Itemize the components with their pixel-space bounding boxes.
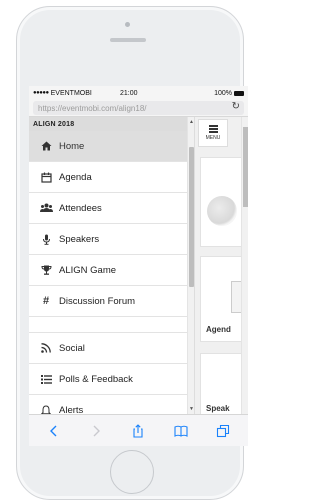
menu-item-label: Agenda <box>59 171 92 183</box>
menu-divider <box>29 317 194 333</box>
menu-item-label: Attendees <box>59 202 102 214</box>
menu-item-label: Polls & Feedback <box>59 373 133 385</box>
hamburger-icon <box>208 125 218 133</box>
url-text: https://eventmobi.com/align18/ <box>38 103 147 113</box>
battery-status: 100% <box>214 90 244 97</box>
reload-icon[interactable]: ↻ <box>232 101 240 112</box>
dashboard-scroll-thumb[interactable] <box>243 127 248 207</box>
menu-item-label: Alerts <box>59 404 84 415</box>
address-bar-row: https://eventmobi.com/align18/ ↻ <box>29 100 248 117</box>
menu-header: ALIGN 2018 <box>29 117 194 131</box>
menu-item-polls-feedback[interactable]: Polls & Feedback <box>29 364 194 395</box>
menu-toggle-button[interactable]: MENU <box>198 119 228 147</box>
menu-scrollbar[interactable]: ▲ ▼ <box>187 117 194 414</box>
page-content: ALIGN 2018 Home Agenda Attendees Speaker… <box>29 117 248 414</box>
camera <box>125 22 130 27</box>
menu-item-alerts[interactable]: Alerts <box>29 395 194 414</box>
bell-icon <box>39 404 53 414</box>
menu-button-label: MENU <box>205 135 221 141</box>
calendar-icon <box>39 172 53 183</box>
back-arrow-icon <box>50 425 57 436</box>
battery-icon <box>234 90 244 96</box>
menu-item-label: Speakers <box>59 233 100 245</box>
signal-strength: ●●●●● <box>33 90 49 96</box>
tabs-icon <box>216 424 229 437</box>
tabs-button[interactable] <box>211 421 235 441</box>
home-button[interactable] <box>110 450 154 494</box>
speakers-tile-label: Speak <box>206 404 230 413</box>
agenda-tile[interactable]: Agend <box>200 256 246 342</box>
menu-item-home[interactable]: Home <box>29 131 194 162</box>
banner-image <box>207 196 237 226</box>
banner-tile[interactable] <box>200 157 246 247</box>
forward-button[interactable] <box>84 421 108 441</box>
rss-icon <box>39 343 53 353</box>
agenda-tile-label: Agend <box>206 325 231 334</box>
browser-toolbar <box>29 414 248 446</box>
back-button[interactable] <box>42 421 66 441</box>
people-icon <box>39 203 53 213</box>
battery-percent: 100% <box>214 89 232 97</box>
menu-item-label: Discussion Forum <box>59 295 136 307</box>
book-icon <box>174 425 188 437</box>
speakers-tile[interactable]: Speak <box>200 353 246 414</box>
scroll-up-arrow-icon[interactable]: ▲ <box>189 119 194 125</box>
forward-arrow-icon <box>93 425 101 436</box>
status-bar: ●●●●● EVENTMOBI 21:00 100% <box>29 86 248 100</box>
screen: ●●●●● EVENTMOBI 21:00 100% https://event… <box>29 86 248 446</box>
menu-item-social[interactable]: Social <box>29 333 194 364</box>
bookmarks-button[interactable] <box>169 421 193 441</box>
menu-item-speakers[interactable]: Speakers <box>29 224 194 255</box>
menu-item-align-game[interactable]: ALIGN Game <box>29 255 194 286</box>
speaker-grill <box>110 38 146 42</box>
menu-item-discussion-forum[interactable]: # Discussion Forum <box>29 286 194 317</box>
menu-item-label: ALIGN Game <box>59 264 117 276</box>
menu-item-attendees[interactable]: Attendees <box>29 193 194 224</box>
dashboard-scrollbar[interactable] <box>241 117 248 414</box>
carrier-name: EVENTMOBI <box>50 89 92 97</box>
menu-item-label: Home <box>59 140 85 152</box>
scroll-down-arrow-icon[interactable]: ▼ <box>189 406 194 412</box>
clock: 21:00 <box>120 89 138 97</box>
trophy-icon <box>39 265 53 275</box>
microphone-icon <box>39 234 53 245</box>
menu-item-agenda[interactable]: Agenda <box>29 162 194 193</box>
hashtag-icon: # <box>42 295 50 307</box>
menu-scroll-thumb[interactable] <box>189 147 194 287</box>
address-bar[interactable]: https://eventmobi.com/align18/ ↻ <box>33 101 244 115</box>
side-menu: ALIGN 2018 Home Agenda Attendees Speaker… <box>29 117 195 414</box>
share-button[interactable] <box>126 421 150 441</box>
list-icon <box>39 374 53 384</box>
home-dashboard-peek: MENU Agend Speak <box>195 117 248 414</box>
home-icon <box>39 141 53 151</box>
menu-item-label: Social <box>59 342 85 354</box>
share-icon <box>133 423 144 438</box>
